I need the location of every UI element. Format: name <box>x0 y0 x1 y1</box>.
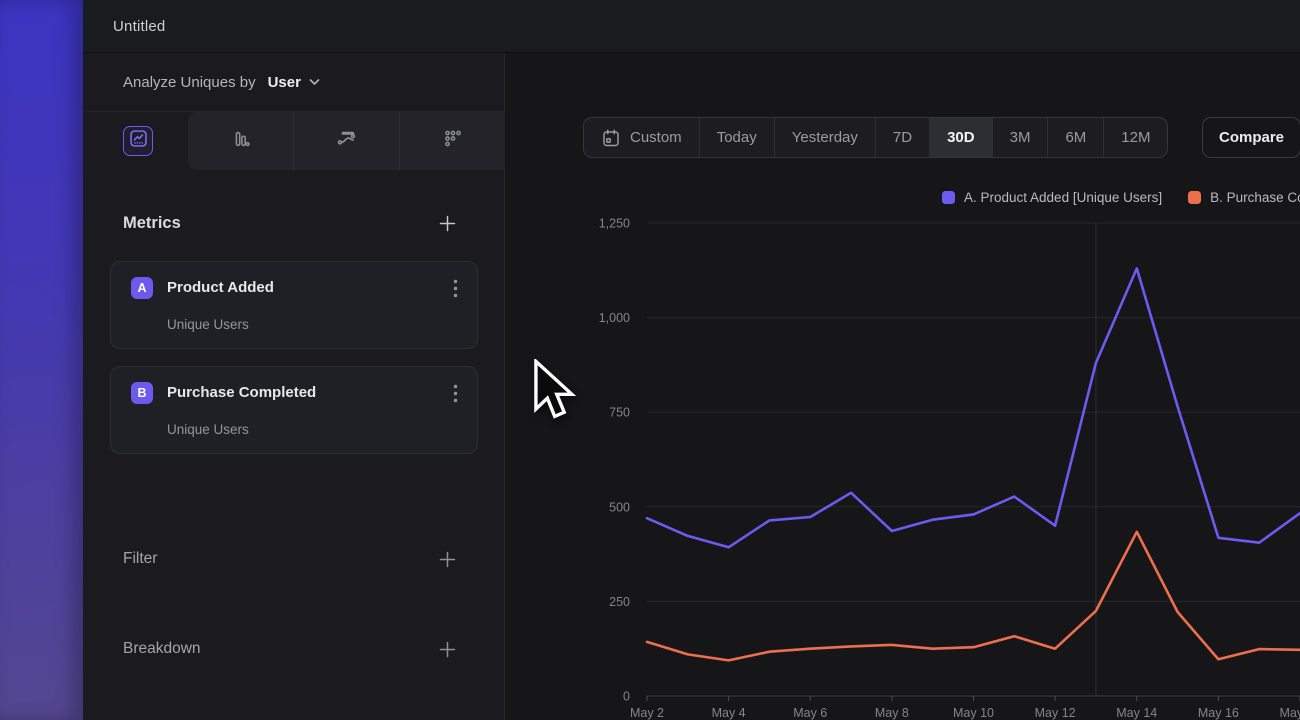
chart-panel: CustomTodayYesterday7D30D3M6M12M Compare… <box>505 53 1300 720</box>
legend-swatch <box>942 191 955 204</box>
legend-item[interactable]: B. Purchase Completed [Unique Users] <box>1188 190 1300 205</box>
svg-text:1,250: 1,250 <box>599 217 630 231</box>
kebab-icon[interactable] <box>445 382 465 404</box>
svg-text:750: 750 <box>609 406 630 420</box>
svg-text:May 6: May 6 <box>793 706 827 720</box>
filter-title: Filter <box>123 550 157 568</box>
calendar-icon <box>601 128 621 148</box>
line-chart: 0 250 500 750 1,000 1,250 May 2 May 4 May 6 May 8… <box>505 210 1300 720</box>
app-nav-strip <box>0 0 83 720</box>
compare-button[interactable]: Compare <box>1202 117 1300 158</box>
range-3m[interactable]: 3M <box>992 118 1048 157</box>
kebab-icon[interactable] <box>445 277 465 299</box>
range-12m[interactable]: 12M <box>1103 118 1167 157</box>
tab-dots-grid[interactable] <box>399 112 505 170</box>
breakdown-section-header: Breakdown <box>123 639 457 659</box>
svg-text:May 18: May 18 <box>1280 706 1300 720</box>
range-yesterday[interactable]: Yesterday <box>774 118 875 157</box>
add-filter-button[interactable] <box>437 549 457 569</box>
metric-card-a[interactable]: A Product Added Unique Users <box>110 261 478 349</box>
flows-icon <box>335 127 358 155</box>
metric-card-b[interactable]: B Purchase Completed Unique Users <box>110 366 478 454</box>
tab-line-chart[interactable] <box>123 126 153 156</box>
metric-title: Purchase Completed <box>167 384 316 401</box>
add-breakdown-button[interactable] <box>437 639 457 659</box>
svg-text:May 8: May 8 <box>875 706 909 720</box>
svg-text:1,000: 1,000 <box>599 311 630 325</box>
analyze-by-label: Analyze Uniques by <box>123 74 256 91</box>
legend-swatch <box>1188 191 1201 204</box>
legend-label: A. Product Added [Unique Users] <box>964 190 1162 205</box>
range-6m[interactable]: 6M <box>1047 118 1103 157</box>
chart-type-tabs <box>83 112 504 170</box>
metric-badge: B <box>131 382 153 404</box>
range-today[interactable]: Today <box>699 118 774 157</box>
svg-text:May 10: May 10 <box>953 706 994 720</box>
date-range-selector: CustomTodayYesterday7D30D3M6M12M <box>583 117 1168 158</box>
app-window: Untitled Analyze Uniques by User Metrics… <box>0 0 1300 720</box>
metric-badge: A <box>131 277 153 299</box>
range-custom[interactable]: Custom <box>584 118 699 157</box>
range-7d[interactable]: 7D <box>875 118 929 157</box>
metrics-title: Metrics <box>123 214 181 233</box>
svg-text:May 16: May 16 <box>1198 706 1239 720</box>
metric-subtitle: Unique Users <box>167 422 249 437</box>
tab-bar-chart[interactable] <box>188 112 293 170</box>
svg-text:250: 250 <box>609 595 630 609</box>
svg-text:500: 500 <box>609 500 630 514</box>
chevron-down-icon[interactable] <box>309 78 320 86</box>
svg-text:May 2: May 2 <box>630 706 664 720</box>
dots-grid-icon <box>442 128 464 155</box>
tab-flows[interactable] <box>293 112 399 170</box>
top-bar: Untitled <box>83 0 1300 53</box>
query-sidebar: Analyze Uniques by User Metrics A Product… <box>83 53 505 720</box>
analyze-by-value[interactable]: User <box>268 74 301 91</box>
chart-legend: A. Product Added [Unique Users] B. Purcha… <box>942 190 1300 205</box>
line-chart-icon <box>128 128 149 154</box>
legend-label: B. Purchase Completed [Unique Users] <box>1210 190 1300 205</box>
range-30d[interactable]: 30D <box>929 118 992 157</box>
svg-text:May 4: May 4 <box>712 706 746 720</box>
metrics-section-header: Metrics <box>123 213 457 233</box>
metric-title: Product Added <box>167 279 274 296</box>
svg-text:0: 0 <box>623 690 630 704</box>
svg-text:May 14: May 14 <box>1116 706 1157 720</box>
filter-section-header: Filter <box>123 549 457 569</box>
add-metric-button[interactable] <box>437 213 457 233</box>
svg-text:May 12: May 12 <box>1035 706 1076 720</box>
analyze-by-row: Analyze Uniques by User <box>83 53 504 112</box>
legend-item[interactable]: A. Product Added [Unique Users] <box>942 190 1162 205</box>
document-title[interactable]: Untitled <box>113 18 165 35</box>
breakdown-title: Breakdown <box>123 640 201 658</box>
chart-type-tab-strip <box>188 112 505 170</box>
bar-chart-icon <box>230 128 252 155</box>
metric-subtitle: Unique Users <box>167 317 249 332</box>
